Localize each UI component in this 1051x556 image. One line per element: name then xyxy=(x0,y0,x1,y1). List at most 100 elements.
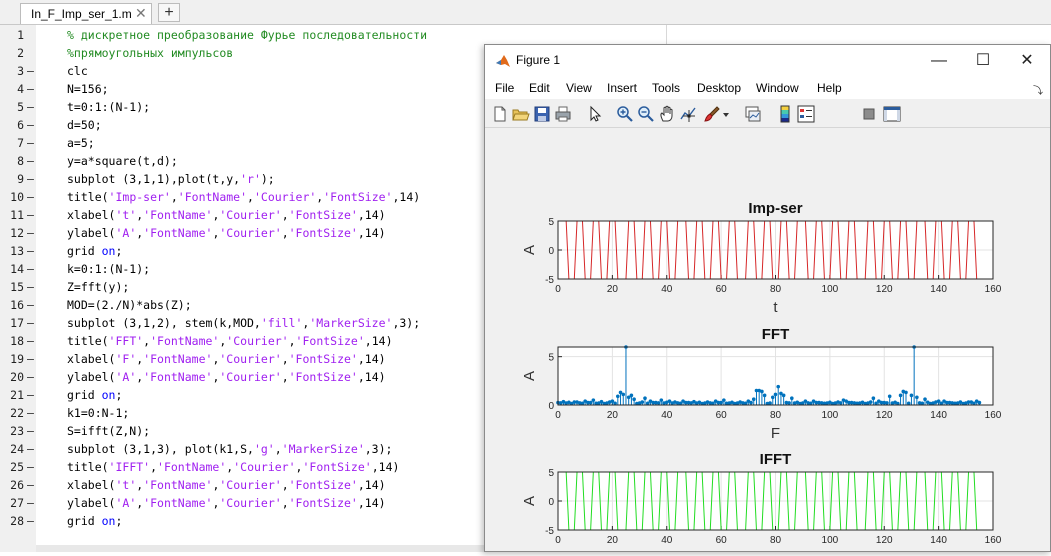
breakpoint-marker[interactable]: – xyxy=(27,152,34,170)
menu-view[interactable]: View xyxy=(566,81,592,95)
close-tab-icon[interactable]: ✕ xyxy=(135,5,147,22)
code-line[interactable]: 15– Z=fft(y); xyxy=(0,278,480,296)
code-token: ,14) xyxy=(364,334,393,348)
show-plot-tools-icon[interactable] xyxy=(883,105,901,123)
breakpoint-marker[interactable]: – xyxy=(27,296,34,314)
print-icon[interactable] xyxy=(554,105,572,123)
toolbar-dock-arrow-icon[interactable]: ⤵ xyxy=(1033,82,1043,97)
zoom-in-icon[interactable] xyxy=(616,105,634,123)
legend-icon[interactable] xyxy=(797,105,815,123)
code-line[interactable]: 28– grid on; xyxy=(0,512,480,530)
breakpoint-marker[interactable]: – xyxy=(27,386,34,404)
stem-marker xyxy=(904,390,908,395)
colorbar-icon[interactable] xyxy=(776,105,794,123)
breakpoint-marker[interactable]: – xyxy=(27,188,34,206)
code-line[interactable]: 7– a=5; xyxy=(0,134,480,152)
menu-file[interactable]: File xyxy=(495,81,514,95)
code-line[interactable]: 11– xlabel('t','FontName','Courier','Font… xyxy=(0,206,480,224)
figure-canvas[interactable]: 0 20 40 60 80 100 120 140 160 5 0 -5 Imp-ser t A 0 20 40 6… xyxy=(485,129,1050,556)
hide-plot-tools-icon[interactable] xyxy=(860,105,878,123)
minimize-button[interactable]: — xyxy=(917,48,961,74)
breakpoint-marker[interactable]: – xyxy=(27,422,34,440)
breakpoint-marker[interactable]: – xyxy=(27,242,34,260)
code-string: 'Courier' xyxy=(219,226,282,240)
breakpoint-marker[interactable]: – xyxy=(27,206,34,224)
breakpoint-marker[interactable]: – xyxy=(27,440,34,458)
code-line[interactable]: 25– title('IFFT','FontName','Courier','Fo… xyxy=(0,458,480,476)
breakpoint-marker[interactable]: – xyxy=(27,404,34,422)
code-line[interactable]: 10– title('Imp-ser','FontName','Courier',… xyxy=(0,188,480,206)
code-line[interactable]: 27– ylabel('A','FontName','Courier','Font… xyxy=(0,494,480,512)
breakpoint-marker[interactable]: – xyxy=(27,80,34,98)
maximize-button[interactable]: ☐ xyxy=(961,48,1005,74)
pan-icon[interactable] xyxy=(658,105,676,123)
code-line[interactable]: 21– grid on; xyxy=(0,386,480,404)
breakpoint-marker[interactable]: – xyxy=(27,170,34,188)
code-token: ,14) xyxy=(357,496,386,510)
code-text: Z=fft(y); xyxy=(67,278,129,296)
breakpoint-marker[interactable]: – xyxy=(27,332,34,350)
save-icon[interactable] xyxy=(533,105,551,123)
code-line[interactable]: 23– S=ifft(Z,N); xyxy=(0,422,480,440)
code-line[interactable]: 3– clc xyxy=(0,62,480,80)
x-tick-label: 140 xyxy=(930,410,947,421)
breakpoint-marker[interactable]: – xyxy=(27,494,34,512)
stem-marker xyxy=(762,393,767,398)
line-number: 11 xyxy=(10,208,24,222)
code-line[interactable]: 14– k=0:1:(N-1); xyxy=(0,260,480,278)
code-line[interactable]: 24– subplot (3,1,3), plot(k1,S,'g','Marke… xyxy=(0,440,480,458)
horizontal-scrollbar[interactable] xyxy=(36,545,486,552)
data-cursor-icon[interactable] xyxy=(679,105,697,123)
code-line[interactable]: 1 % дискретное преобразование Фурье после… xyxy=(0,26,480,44)
figure-title-bar[interactable]: Figure 1 — ☐ ✕ xyxy=(485,45,1050,77)
code-token: , xyxy=(281,208,289,222)
breakpoint-marker[interactable]: – xyxy=(27,224,34,242)
pointer-icon[interactable] xyxy=(586,105,604,123)
code-line[interactable]: 6– d=50; xyxy=(0,116,480,134)
code-line[interactable]: 26– xlabel('t','FontName','Courier','Font… xyxy=(0,476,480,494)
code-line[interactable]: 9– subplot (3,1,1),plot(t,y,'r'); xyxy=(0,170,480,188)
breakpoint-marker[interactable]: – xyxy=(27,350,34,368)
editor-tab[interactable]: In_F_Imp_ser_1.m ✕ xyxy=(20,3,152,24)
code-keyword: on xyxy=(101,514,116,528)
breakpoint-marker[interactable]: – xyxy=(27,458,34,476)
code-line[interactable]: 16– MOD=(2./N)*abs(Z); xyxy=(0,296,480,314)
brush-icon[interactable] xyxy=(703,105,721,123)
code-line[interactable]: 19– xlabel('F','FontName','Courier','Font… xyxy=(0,350,480,368)
breakpoint-marker[interactable]: – xyxy=(27,368,34,386)
zoom-out-icon[interactable] xyxy=(637,105,655,123)
menu-edit[interactable]: Edit xyxy=(529,81,550,95)
code-line[interactable]: 8– y=a*square(t,d); xyxy=(0,152,480,170)
close-button[interactable]: ✕ xyxy=(1005,48,1049,74)
code-line[interactable]: 4– N=156; xyxy=(0,80,480,98)
line-number: 8 xyxy=(17,154,24,168)
code-line[interactable]: 13– grid on; xyxy=(0,242,480,260)
breakpoint-marker[interactable]: – xyxy=(27,62,34,80)
breakpoint-marker[interactable]: – xyxy=(27,476,34,494)
stem-marker xyxy=(719,400,723,405)
breakpoint-marker[interactable]: – xyxy=(27,116,34,134)
menu-tools[interactable]: Tools xyxy=(652,81,680,95)
menu-insert[interactable]: Insert xyxy=(607,81,637,95)
open-file-icon[interactable] xyxy=(512,105,530,123)
new-figure-icon[interactable] xyxy=(491,105,509,123)
link-plot-icon[interactable] xyxy=(744,105,762,123)
new-tab-button[interactable]: + xyxy=(158,3,180,22)
menu-window[interactable]: Window xyxy=(756,81,799,95)
brush-dropdown-icon[interactable] xyxy=(721,105,731,123)
breakpoint-marker[interactable]: – xyxy=(27,278,34,296)
code-line[interactable]: 22– k1=0:N-1; xyxy=(0,404,480,422)
code-line[interactable]: 17– subplot (3,1,2), stem(k,MOD,'fill','M… xyxy=(0,314,480,332)
code-line[interactable]: 20– ylabel('A','FontName','Courier','Font… xyxy=(0,368,480,386)
breakpoint-marker[interactable]: – xyxy=(27,98,34,116)
menu-help[interactable]: Help xyxy=(817,81,842,95)
breakpoint-marker[interactable]: – xyxy=(27,512,34,530)
code-line[interactable]: 12– ylabel('A','FontName','Courier','Font… xyxy=(0,224,480,242)
menu-desktop[interactable]: Desktop xyxy=(697,81,741,95)
breakpoint-marker[interactable]: – xyxy=(27,134,34,152)
breakpoint-marker[interactable]: – xyxy=(27,260,34,278)
breakpoint-marker[interactable]: – xyxy=(27,314,34,332)
code-line[interactable]: 18– title('FFT','FontName','Courier','Fon… xyxy=(0,332,480,350)
code-line[interactable]: 5– t=0:1:(N-1); xyxy=(0,98,480,116)
code-line[interactable]: 2 %прямоугольных импульсов xyxy=(0,44,480,62)
